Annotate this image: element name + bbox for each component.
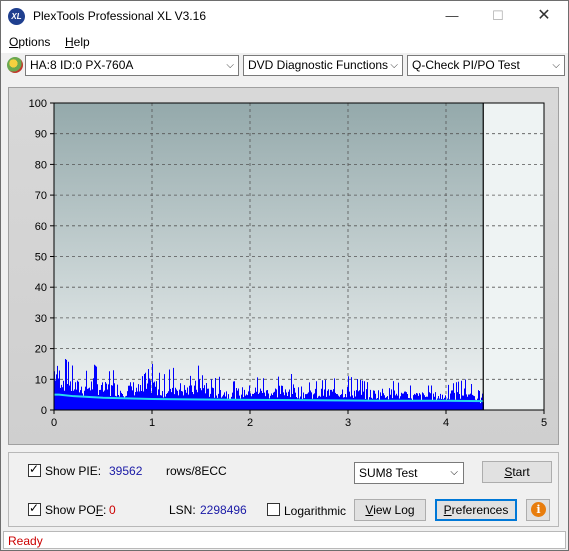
maximize-button[interactable]: ☐ [475,1,521,31]
lsn-value: 2298496 [200,503,247,517]
chevron-down-icon: ⌵ [552,60,560,71]
rows-unit-label: rows/8ECC [166,464,227,478]
x-tick-label: 5 [541,417,547,429]
show-pie-label: Show PIE: [45,464,102,478]
y-tick-label: 70 [35,190,47,202]
logarithmic-label: Logarithmic [284,504,347,518]
start-button[interactable]: Start [482,461,552,483]
y-tick-label: 50 [35,252,47,264]
y-tick-label: 30 [35,313,47,325]
pie-count-value: 39562 [109,464,143,478]
y-tick-label: 100 [29,98,47,110]
info-icon: i [531,502,546,517]
show-pof-checkbox[interactable] [28,501,41,516]
logarithmic-checkbox[interactable] [267,503,280,516]
app-window: XL PlexTools Professional XL V3.16 — ☐ ✕… [0,0,569,551]
menu-help[interactable]: Help [65,35,90,49]
plextools-logo-icon: XL [8,8,25,25]
drive-select-value: HA:8 ID:0 PX-760A [30,58,134,72]
chevron-down-icon: ⌵ [226,60,234,71]
chart-panel: 0 10 20 30 40 50 60 70 80 90 100 0 1 2 3 4 5 [8,87,559,445]
menu-bar: Options Help [1,31,568,53]
function-select-value: DVD Diagnostic Functions [248,58,389,72]
controls-panel: Show PIE: 39562 rows/8ECC Show POF: 0 LS… [8,452,559,527]
x-tick-label: 4 [443,417,449,429]
menu-options[interactable]: Options [9,35,50,49]
y-axis-ticks: 0 10 20 30 40 50 60 70 80 90 100 [29,98,54,417]
preferences-button[interactable]: Preferences [435,499,517,521]
y-tick-label: 10 [35,374,47,386]
lsn-label: LSN: [169,503,196,517]
function-select[interactable]: DVD Diagnostic Functions ⌵ [243,55,403,76]
y-tick-label: 80 [35,159,47,171]
y-tick-label: 60 [35,221,47,233]
status-bar: Ready [3,531,566,549]
show-pof-accel: F [95,503,104,517]
preferences-label: references [451,503,509,517]
chevron-down-icon: ⌵ [450,467,458,478]
x-tick-label: 2 [247,417,253,429]
y-tick-label: 40 [35,282,47,294]
sum8-select-value: SUM8 Test [359,466,418,480]
view-log-button[interactable]: View Log [354,499,426,521]
show-pof-label-text: Show PO [45,503,96,517]
minimize-button[interactable]: — [429,1,475,31]
toolbar: HA:8 ID:0 PX-760A ⌵ DVD Diagnostic Funct… [1,53,568,79]
chevron-down-icon: ⌵ [390,60,398,71]
x-axis-ticks: 0 1 2 3 4 5 [51,410,547,429]
y-tick-label: 0 [41,405,47,417]
y-tick-label: 20 [35,344,47,356]
view-log-label: iew Log [373,503,415,517]
status-text: Ready [8,534,43,548]
pie-po-chart: 0 10 20 30 40 50 60 70 80 90 100 0 1 2 3 4 5 [29,98,547,429]
x-tick-label: 0 [51,417,57,429]
menu-help-label: elp [73,35,90,49]
menu-options-label: ptions [18,35,51,49]
window-title: PlexTools Professional XL V3.16 [33,9,206,23]
show-pof-label: Show POF: [45,503,106,517]
title-bar[interactable]: XL PlexTools Professional XL V3.16 — ☐ ✕ [1,1,568,31]
y-tick-label: 90 [35,129,47,141]
pof-count-value: 0 [109,503,116,517]
test-select[interactable]: Q-Check PI/PO Test ⌵ [407,55,565,76]
info-button[interactable]: i [526,499,550,521]
show-pof-colon: : [103,503,107,517]
sum8-select[interactable]: SUM8 Test ⌵ [354,462,464,484]
menu-options-accel: O [9,35,19,49]
preferences-accel: P [443,503,452,517]
x-tick-label: 3 [345,417,351,429]
drive-select[interactable]: HA:8 ID:0 PX-760A ⌵ [25,55,239,76]
test-select-value: Q-Check PI/PO Test [412,58,520,72]
drive-status-icon [7,57,23,73]
close-button[interactable]: ✕ [521,1,567,31]
start-label: tart [512,465,530,479]
menu-help-accel: H [65,35,74,49]
x-tick-label: 1 [149,417,155,429]
show-pie-checkbox[interactable] [28,462,41,477]
